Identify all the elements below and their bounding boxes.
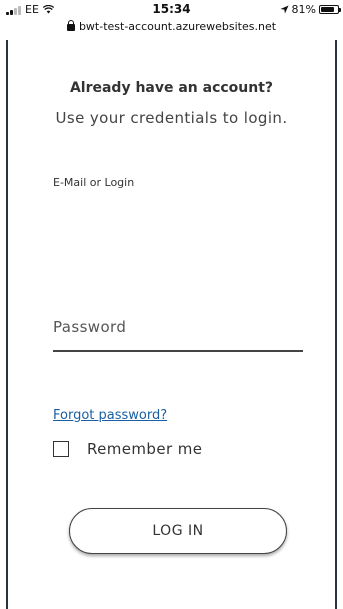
login-heading: Already have an account? [69, 80, 274, 96]
status-right: 81% [279, 3, 341, 16]
lock-icon [66, 20, 75, 31]
status-bar: EE 15:34 81% [0, 0, 343, 18]
address-bar[interactable]: bwt-test-account.azurewebsites.net [0, 18, 343, 40]
location-arrow-icon [279, 5, 289, 14]
battery-icon [319, 5, 341, 14]
login-button[interactable]: LOG IN [69, 508, 287, 554]
url-text: bwt-test-account.azurewebsites.net [78, 20, 277, 33]
battery-percentage: 81% [291, 3, 316, 16]
remember-me-label: Remember me [87, 440, 203, 458]
forgot-password-link[interactable]: Forgot password? [53, 408, 167, 423]
remember-me-row[interactable]: Remember me [53, 440, 202, 458]
remember-me-checkbox[interactable] [53, 441, 69, 457]
login-subheading: Use your credentials to login. [55, 109, 288, 127]
battery-fill [321, 7, 334, 12]
email-input[interactable] [53, 196, 307, 258]
email-label: E-Mail or Login [53, 176, 135, 189]
password-input[interactable] [53, 304, 303, 352]
